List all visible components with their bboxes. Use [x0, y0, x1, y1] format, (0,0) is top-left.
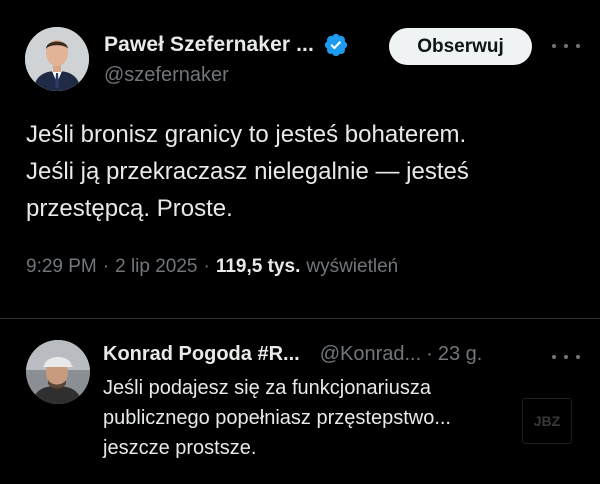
reply-author-avatar[interactable] [26, 340, 90, 404]
more-options-icon[interactable] [552, 39, 580, 53]
tweet-text-line: Jeśli bronisz granicy to jesteś bohatere… [26, 121, 467, 148]
watermark-logo: JBZ [522, 398, 572, 444]
reply-more-options-icon[interactable] [552, 350, 580, 364]
author-name[interactable]: Paweł Szefernaker ... [104, 33, 314, 57]
reply-header: Konrad Pogoda #R... @Konrad... · 23 g. [103, 343, 482, 366]
tweet-time[interactable]: 9:29 PM [26, 256, 97, 278]
reply-text-line: Jeśli podajesz się za funkcjonariusza [103, 377, 431, 399]
reply-author-handle[interactable]: @Konrad... [320, 343, 421, 366]
author-handle[interactable]: @szefernaker [104, 64, 229, 87]
tweet-text-line: Jeśli ją przekraczasz nielegalnie — jest… [26, 158, 469, 185]
reply-text-line: publicznego popełniasz przęstepstwo... [103, 407, 451, 429]
tweet-text: Jeśli bronisz granicy to jesteś bohatere… [26, 116, 586, 227]
author-name-row: Paweł Szefernaker ... [104, 32, 349, 58]
reply-text-line: jeszcze prostsze. [103, 437, 257, 459]
separator-dot: · [102, 256, 110, 277]
separator-dot: · [426, 343, 433, 365]
tweet-metadata: 9:29 PM · 2 lip 2025 · 119,5 tys. wyświe… [26, 256, 398, 278]
views-count[interactable]: 119,5 tys. [216, 256, 301, 278]
main-tweet: Paweł Szefernaker ... @szefernaker Obser… [0, 0, 600, 318]
verified-badge-icon [324, 33, 347, 57]
reply-author-name[interactable]: Konrad Pogoda #R... [103, 343, 300, 366]
separator-dot: · [203, 256, 210, 277]
reply-tweet[interactable]: Konrad Pogoda #R... @Konrad... · 23 g. J… [0, 319, 600, 484]
tweet-text-line: przestępcą. Proste. [26, 195, 233, 222]
views-label: wyświetleń [306, 256, 399, 277]
tweet-date[interactable]: 2 lip 2025 [115, 256, 197, 278]
follow-button[interactable]: Obserwuj [389, 28, 532, 65]
author-avatar[interactable] [25, 27, 89, 91]
reply-text: Jeśli podajesz się za funkcjonariusza pu… [103, 373, 583, 463]
reply-time[interactable]: 23 g. [438, 343, 482, 366]
